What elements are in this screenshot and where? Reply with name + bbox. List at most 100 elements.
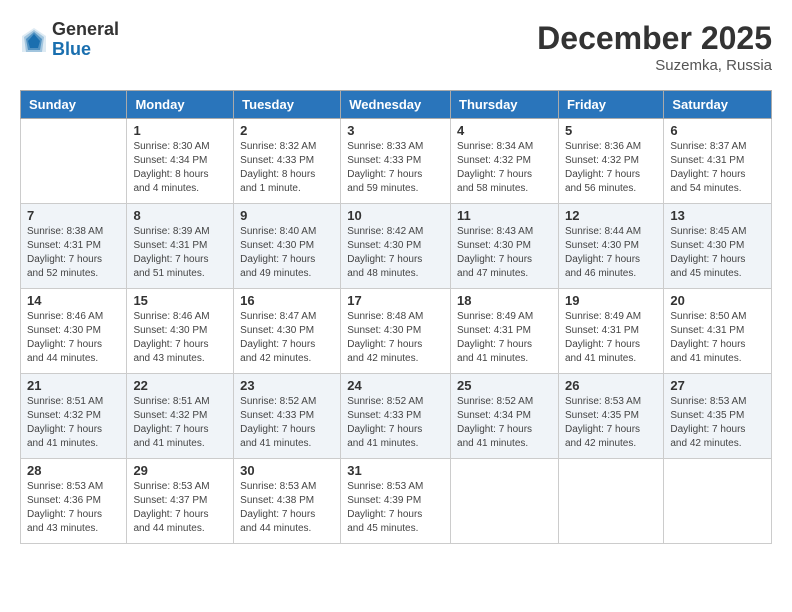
column-header-thursday: Thursday <box>451 91 559 119</box>
week-row-1: 1 Sunrise: 8:30 AM Sunset: 4:34 PM Daylig… <box>21 119 772 204</box>
day-number: 25 <box>457 378 552 393</box>
calendar-cell: 7 Sunrise: 8:38 AM Sunset: 4:31 PM Daylig… <box>21 204 127 289</box>
calendar-cell: 9 Sunrise: 8:40 AM Sunset: 4:30 PM Daylig… <box>234 204 341 289</box>
day-info: Sunrise: 8:33 AM Sunset: 4:33 PM Dayligh… <box>347 140 444 196</box>
day-number: 4 <box>457 123 552 138</box>
day-number: 15 <box>133 293 227 308</box>
day-number: 30 <box>240 463 334 478</box>
calendar-cell <box>558 459 663 544</box>
day-info: Sunrise: 8:43 AM Sunset: 4:30 PM Dayligh… <box>457 225 552 281</box>
calendar-cell: 15 Sunrise: 8:46 AM Sunset: 4:30 PM Dayli… <box>127 289 234 374</box>
day-info: Sunrise: 8:38 AM Sunset: 4:31 PM Dayligh… <box>27 225 120 281</box>
day-info: Sunrise: 8:40 AM Sunset: 4:30 PM Dayligh… <box>240 225 334 281</box>
calendar-cell: 22Sunrise: 8:51 AM Sunset: 4:32 PM Dayli… <box>127 374 234 459</box>
logo-general-text: General <box>52 20 119 40</box>
month-title: December 2025 <box>537 20 772 57</box>
day-info: Sunrise: 8:37 AM Sunset: 4:31 PM Dayligh… <box>670 140 765 196</box>
day-number: 5 <box>565 123 657 138</box>
day-number: 12 <box>565 208 657 223</box>
calendar-cell: 5 Sunrise: 8:36 AM Sunset: 4:32 PM Daylig… <box>558 119 663 204</box>
day-number: 13 <box>670 208 765 223</box>
day-info: Sunrise: 8:46 AM Sunset: 4:30 PM Dayligh… <box>133 310 227 366</box>
day-info: Sunrise: 8:32 AM Sunset: 4:33 PM Dayligh… <box>240 140 334 196</box>
day-info: Sunrise: 8:36 AM Sunset: 4:32 PM Dayligh… <box>565 140 657 196</box>
day-number: 17 <box>347 293 444 308</box>
day-info: Sunrise: 8:30 AM Sunset: 4:34 PM Dayligh… <box>133 140 227 196</box>
day-number: 18 <box>457 293 552 308</box>
calendar-cell: 25 Sunrise: 8:52 AM Sunset: 4:34 PM Dayli… <box>451 374 559 459</box>
day-number: 24 <box>347 378 444 393</box>
day-info: Sunrise: 8:48 AM Sunset: 4:30 PM Dayligh… <box>347 310 444 366</box>
day-number: 19 <box>565 293 657 308</box>
calendar-cell: 28Sunrise: 8:53 AM Sunset: 4:36 PM Dayli… <box>21 459 127 544</box>
day-info: Sunrise: 8:49 AM Sunset: 4:31 PM Dayligh… <box>565 310 657 366</box>
calendar-cell: 18 Sunrise: 8:49 AM Sunset: 4:31 PM Dayli… <box>451 289 559 374</box>
day-info: Sunrise: 8:45 AM Sunset: 4:30 PM Dayligh… <box>670 225 765 281</box>
week-row-4: 21Sunrise: 8:51 AM Sunset: 4:32 PM Dayli… <box>21 374 772 459</box>
day-info: Sunrise: 8:52 AM Sunset: 4:34 PM Dayligh… <box>457 395 552 451</box>
column-header-saturday: Saturday <box>664 91 772 119</box>
calendar-cell <box>451 459 559 544</box>
day-info: Sunrise: 8:53 AM Sunset: 4:38 PM Dayligh… <box>240 480 334 536</box>
calendar-cell: 13 Sunrise: 8:45 AM Sunset: 4:30 PM Dayli… <box>664 204 772 289</box>
column-header-sunday: Sunday <box>21 91 127 119</box>
calendar-cell: 23Sunrise: 8:52 AM Sunset: 4:33 PM Dayli… <box>234 374 341 459</box>
calendar-cell: 19 Sunrise: 8:49 AM Sunset: 4:31 PM Dayli… <box>558 289 663 374</box>
column-header-wednesday: Wednesday <box>341 91 451 119</box>
day-number: 31 <box>347 463 444 478</box>
week-row-3: 14 Sunrise: 8:46 AM Sunset: 4:30 PM Dayli… <box>21 289 772 374</box>
day-number: 2 <box>240 123 334 138</box>
calendar-cell: 12 Sunrise: 8:44 AM Sunset: 4:30 PM Dayli… <box>558 204 663 289</box>
calendar-cell: 30 Sunrise: 8:53 AM Sunset: 4:38 PM Dayli… <box>234 459 341 544</box>
calendar-cell: 31 Sunrise: 8:53 AM Sunset: 4:39 PM Dayli… <box>341 459 451 544</box>
page-header: General Blue December 2025 Suzemka, Russ… <box>20 20 772 74</box>
calendar-cell: 21Sunrise: 8:51 AM Sunset: 4:32 PM Dayli… <box>21 374 127 459</box>
day-number: 6 <box>670 123 765 138</box>
calendar-cell: 24Sunrise: 8:52 AM Sunset: 4:33 PM Dayli… <box>341 374 451 459</box>
calendar-cell: 3 Sunrise: 8:33 AM Sunset: 4:33 PM Daylig… <box>341 119 451 204</box>
day-number: 7 <box>27 208 120 223</box>
calendar-cell: 29Sunrise: 8:53 AM Sunset: 4:37 PM Dayli… <box>127 459 234 544</box>
day-number: 22 <box>133 378 227 393</box>
calendar-cell <box>21 119 127 204</box>
calendar-cell: 27 Sunrise: 8:53 AM Sunset: 4:35 PM Dayli… <box>664 374 772 459</box>
calendar-cell: 26Sunrise: 8:53 AM Sunset: 4:35 PM Dayli… <box>558 374 663 459</box>
day-number: 1 <box>133 123 227 138</box>
day-number: 8 <box>133 208 227 223</box>
day-number: 11 <box>457 208 552 223</box>
day-info: Sunrise: 8:49 AM Sunset: 4:31 PM Dayligh… <box>457 310 552 366</box>
day-number: 23 <box>240 378 334 393</box>
day-number: 27 <box>670 378 765 393</box>
calendar-cell: 6 Sunrise: 8:37 AM Sunset: 4:31 PM Daylig… <box>664 119 772 204</box>
calendar-table: SundayMondayTuesdayWednesdayThursdayFrid… <box>20 90 772 544</box>
logo-blue-text: Blue <box>52 40 119 60</box>
calendar-cell: 4 Sunrise: 8:34 AM Sunset: 4:32 PM Daylig… <box>451 119 559 204</box>
title-block: December 2025 Suzemka, Russia <box>537 20 772 74</box>
day-info: Sunrise: 8:44 AM Sunset: 4:30 PM Dayligh… <box>565 225 657 281</box>
day-number: 14 <box>27 293 120 308</box>
week-row-5: 28Sunrise: 8:53 AM Sunset: 4:36 PM Dayli… <box>21 459 772 544</box>
day-info: Sunrise: 8:53 AM Sunset: 4:35 PM Dayligh… <box>670 395 765 451</box>
day-number: 10 <box>347 208 444 223</box>
day-info: Sunrise: 8:53 AM Sunset: 4:39 PM Dayligh… <box>347 480 444 536</box>
calendar-cell: 11 Sunrise: 8:43 AM Sunset: 4:30 PM Dayli… <box>451 204 559 289</box>
logo: General Blue <box>20 20 119 60</box>
column-header-monday: Monday <box>127 91 234 119</box>
day-number: 16 <box>240 293 334 308</box>
day-number: 3 <box>347 123 444 138</box>
calendar-cell: 16 Sunrise: 8:47 AM Sunset: 4:30 PM Dayli… <box>234 289 341 374</box>
day-info: Sunrise: 8:47 AM Sunset: 4:30 PM Dayligh… <box>240 310 334 366</box>
day-number: 9 <box>240 208 334 223</box>
day-number: 28 <box>27 463 120 478</box>
calendar-cell: 17 Sunrise: 8:48 AM Sunset: 4:30 PM Dayli… <box>341 289 451 374</box>
calendar-cell: 1 Sunrise: 8:30 AM Sunset: 4:34 PM Daylig… <box>127 119 234 204</box>
calendar-cell: 8Sunrise: 8:39 AM Sunset: 4:31 PM Daylig… <box>127 204 234 289</box>
calendar-header-row: SundayMondayTuesdayWednesdayThursdayFrid… <box>21 91 772 119</box>
day-info: Sunrise: 8:34 AM Sunset: 4:32 PM Dayligh… <box>457 140 552 196</box>
day-info: Sunrise: 8:53 AM Sunset: 4:35 PM Dayligh… <box>565 395 657 451</box>
day-info: Sunrise: 8:51 AM Sunset: 4:32 PM Dayligh… <box>27 395 120 451</box>
column-header-friday: Friday <box>558 91 663 119</box>
week-row-2: 7 Sunrise: 8:38 AM Sunset: 4:31 PM Daylig… <box>21 204 772 289</box>
calendar-cell: 14Sunrise: 8:46 AM Sunset: 4:30 PM Dayli… <box>21 289 127 374</box>
day-number: 20 <box>670 293 765 308</box>
